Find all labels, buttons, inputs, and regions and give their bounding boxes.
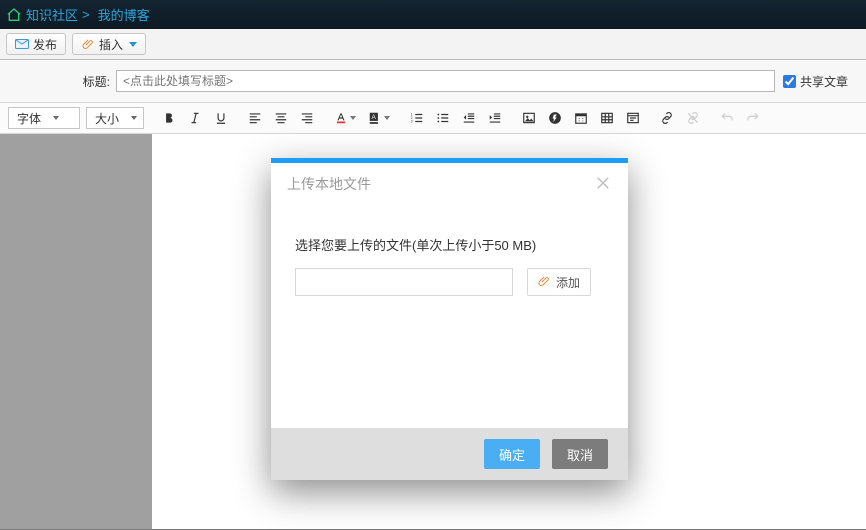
add-file-button[interactable]: 添加 [527,268,591,296]
modal-title: 上传本地文件 [287,174,371,194]
indent-button[interactable] [483,106,507,130]
add-file-label: 添加 [556,274,580,291]
svg-text:A: A [372,114,377,121]
home-icon [6,7,22,23]
font-family-select[interactable]: 字体 [8,107,80,129]
share-label: 共享文章 [800,73,848,90]
file-path-input[interactable] [295,268,513,296]
insert-table-button[interactable] [595,106,619,130]
publish-button[interactable]: 发布 [6,33,66,55]
breadcrumb-separator: > [82,7,90,22]
font-family-label: 字体 [17,110,41,127]
title-label: 标题: [0,73,116,90]
insert-flash-button[interactable] [543,106,567,130]
editor-gutter [0,134,152,529]
insert-date-button[interactable] [569,106,593,130]
mail-icon [15,37,29,51]
insert-link-button[interactable] [655,106,679,130]
caret-down-icon [53,116,59,120]
action-bar: 发布 插入 [0,29,866,60]
remove-link-button[interactable] [681,106,705,130]
font-size-select[interactable]: 大小 [86,107,144,129]
title-input[interactable] [116,70,775,92]
modal-header: 上传本地文件 [271,163,628,205]
breadcrumb-root[interactable]: 知识社区 [26,5,78,24]
svg-text:3: 3 [411,120,413,124]
share-article-toggle[interactable]: 共享文章 [783,73,848,90]
caret-down-icon [129,42,137,47]
insert-button[interactable]: 插入 [72,33,146,55]
undo-button[interactable] [715,106,739,130]
share-checkbox[interactable] [783,75,796,88]
modal-body: 选择您要上传的文件(单次上传小于50 MB) 添加 [271,205,628,428]
title-row: 标题: 共享文章 [0,60,866,102]
breadcrumb-current[interactable]: 我的博客 [98,5,150,24]
align-left-button[interactable] [243,106,267,130]
unordered-list-button[interactable] [431,106,455,130]
top-breadcrumb-bar: 知识社区 > 我的博客 [0,0,866,29]
close-icon[interactable] [594,174,612,195]
upload-prompt: 选择您要上传的文件(单次上传小于50 MB) [295,235,604,254]
publish-label: 发布 [33,36,57,53]
ok-button[interactable]: 确定 [484,439,540,469]
upload-file-modal: 上传本地文件 选择您要上传的文件(单次上传小于50 MB) 添加 确定 取消 [271,158,628,480]
redo-button[interactable] [741,106,765,130]
cancel-button[interactable]: 取消 [552,439,608,469]
caret-down-icon [131,116,137,120]
editor-toolbar: 字体 大小 A 123 [0,102,866,134]
insert-image-button[interactable] [517,106,541,130]
italic-button[interactable] [183,106,207,130]
modal-footer: 确定 取消 [271,428,628,480]
bold-button[interactable] [157,106,181,130]
underline-button[interactable] [209,106,233,130]
caret-down-icon [350,116,356,120]
background-color-button[interactable]: A [363,106,395,130]
font-color-button[interactable] [329,106,361,130]
align-right-button[interactable] [295,106,319,130]
ordered-list-button[interactable]: 123 [405,106,429,130]
file-input-row: 添加 [295,268,604,296]
paperclip-icon [81,37,95,51]
font-size-label: 大小 [95,110,119,127]
paperclip-icon [538,274,550,291]
outdent-button[interactable] [457,106,481,130]
align-center-button[interactable] [269,106,293,130]
insert-label: 插入 [99,36,123,53]
insert-code-button[interactable] [621,106,645,130]
caret-down-icon [384,116,390,120]
